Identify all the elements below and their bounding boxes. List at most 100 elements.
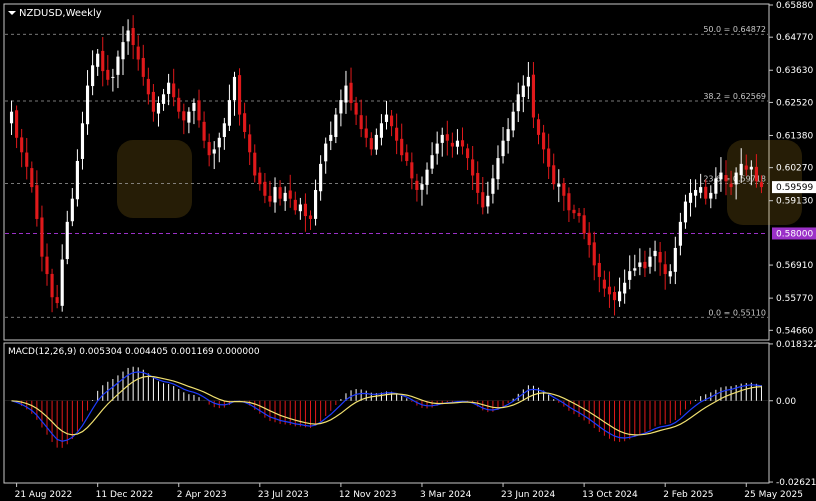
- price-axis-label: 0.65880: [776, 1, 813, 11]
- candle-body: [694, 189, 698, 196]
- candle-body: [739, 163, 743, 176]
- current-price-label: 0.59599: [776, 183, 813, 193]
- candle-body: [232, 76, 237, 101]
- candle-body: [466, 148, 470, 159]
- candle-body: [460, 140, 465, 147]
- candle-body: [96, 53, 100, 67]
- candle-body: [151, 91, 155, 112]
- candle-body: [308, 215, 313, 219]
- candle-body: [420, 184, 424, 190]
- price-axis-label: 0.55770: [776, 294, 813, 304]
- candle-body: [278, 187, 282, 199]
- candle-body: [40, 217, 44, 257]
- candle-body: [50, 273, 54, 298]
- candle-body: [526, 76, 530, 87]
- candle-body: [207, 142, 211, 156]
- fib-level-label: 38.2 = 0.62569: [703, 92, 766, 101]
- candle-body: [384, 114, 389, 122]
- time-axis-label: 12 Nov 2023: [339, 490, 397, 500]
- candle-body: [136, 46, 140, 60]
- candle-body: [379, 123, 384, 138]
- candle-body: [9, 111, 14, 124]
- candle-body: [440, 134, 444, 143]
- candle-body: [587, 232, 591, 246]
- candle-body: [243, 113, 247, 132]
- candle-body: [719, 172, 723, 180]
- fib-level-label: 50.0 = 0.64872: [703, 25, 766, 34]
- candle-body: [364, 128, 368, 138]
- candle-body: [531, 74, 536, 118]
- candle-body: [324, 143, 328, 162]
- time-axis-label: 3 Mar 2024: [420, 490, 472, 500]
- candle-body: [288, 190, 292, 199]
- candle-body: [30, 168, 34, 188]
- candle-body: [749, 166, 753, 170]
- candle-body: [709, 192, 713, 199]
- candle-body: [582, 215, 586, 234]
- candle-body: [410, 162, 414, 179]
- candle-body: [237, 75, 242, 115]
- candle-body: [20, 137, 24, 153]
- candle-body: [668, 271, 672, 277]
- candle-body: [618, 291, 622, 302]
- candle-body: [227, 100, 231, 126]
- candle-body: [45, 256, 49, 275]
- candle-body: [15, 110, 19, 138]
- candle-body: [177, 97, 181, 112]
- candle-body: [354, 102, 358, 115]
- candle-body: [542, 132, 546, 150]
- candle-body: [476, 172, 480, 193]
- candle-body: [263, 181, 267, 196]
- candle-body: [683, 201, 688, 223]
- price-axis-label: 0.56910: [776, 261, 813, 271]
- candle-body: [557, 184, 561, 187]
- candle-body: [329, 134, 333, 141]
- candle-body: [628, 271, 632, 280]
- candle-body: [339, 100, 343, 114]
- candle-body: [187, 111, 191, 123]
- chart-title: NZDUSD,Weekly: [19, 8, 102, 19]
- candle-body: [303, 203, 307, 217]
- candle-body: [663, 264, 667, 275]
- chart-window: NZDUSD,Weekly 50.0 = 0.64872 38.2 = 0.625…: [0, 0, 816, 501]
- macd-axis-label: 0.00: [776, 397, 796, 407]
- candle-body: [248, 134, 252, 153]
- candle-body: [754, 166, 758, 182]
- candle-body: [597, 262, 601, 277]
- candle-body: [455, 140, 460, 147]
- candle-body: [602, 279, 606, 289]
- candle-body: [699, 187, 703, 193]
- price-axis-label: 0.54660: [776, 326, 813, 336]
- candle-body: [65, 221, 69, 260]
- candle-body: [172, 83, 176, 98]
- candle-body: [744, 165, 748, 170]
- candle-body: [450, 142, 454, 147]
- candle-body: [501, 140, 505, 157]
- candle-body: [552, 165, 556, 185]
- candle-body: [25, 152, 29, 167]
- candle-body: [471, 159, 475, 176]
- candle-body: [734, 172, 738, 185]
- price-axis-label: 0.59130: [776, 197, 813, 207]
- candle-body: [298, 204, 302, 212]
- candle-body: [395, 127, 399, 141]
- macd-axis-label: 0.018322: [776, 340, 816, 350]
- candle-body: [592, 242, 596, 266]
- candle-body: [506, 129, 510, 141]
- price-axis-label: 0.64770: [776, 33, 813, 43]
- candle-body: [167, 82, 171, 94]
- candle-body: [435, 143, 439, 154]
- candle-body: [202, 121, 206, 141]
- candle-body: [729, 183, 733, 188]
- candle-body: [536, 119, 541, 135]
- candle-body: [121, 42, 125, 60]
- watermark-logo-left: [117, 140, 192, 218]
- time-axis-label: 23 Jun 2024: [501, 490, 555, 500]
- candle-body: [577, 212, 581, 217]
- candle-body: [141, 57, 145, 77]
- candle-body: [131, 28, 135, 46]
- candle-body: [673, 247, 677, 272]
- candle-body: [714, 178, 718, 194]
- candle-body: [688, 192, 693, 203]
- candle-body: [258, 172, 262, 185]
